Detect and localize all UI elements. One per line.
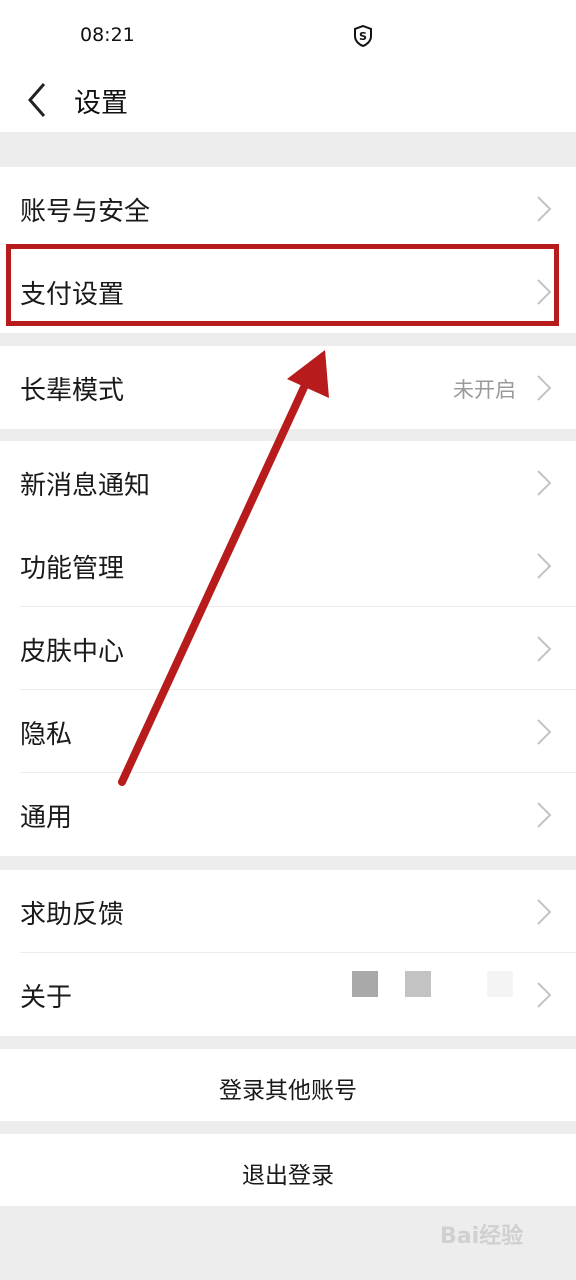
chevron-right-icon	[537, 636, 552, 662]
chevron-right-icon	[537, 470, 552, 496]
settings-item-label: 账号与安全	[20, 197, 151, 227]
watermark: Bai经验	[440, 1224, 524, 1249]
highlight-box	[6, 244, 559, 326]
chevron-right-icon	[537, 899, 552, 925]
chevron-right-icon	[537, 553, 552, 579]
settings-item-label: 通用	[20, 803, 73, 833]
switch-account-button[interactable]: 登录其他账号	[0, 1049, 576, 1121]
settings-item-notifications[interactable]: 新消息通知	[0, 441, 576, 524]
status-bar: 08:21 S	[0, 0, 576, 70]
settings-item-label: 长辈模式	[20, 376, 125, 406]
settings-item-label: 功能管理	[20, 554, 125, 584]
settings-item-elder-mode[interactable]: 长辈模式 未开启	[0, 346, 576, 429]
chevron-right-icon	[537, 375, 552, 401]
settings-item-label: 关于	[20, 983, 73, 1013]
logout-label: 退出登录	[242, 1163, 334, 1189]
switch-account-label: 登录其他账号	[219, 1078, 357, 1104]
svg-text:S: S	[359, 30, 367, 43]
shield-icon: S	[354, 25, 372, 47]
page-title: 设置	[74, 88, 128, 119]
settings-item-general[interactable]: 通用	[0, 773, 576, 856]
elder-mode-status: 未开启	[453, 378, 516, 402]
settings-item-privacy[interactable]: 隐私	[0, 690, 576, 773]
nav-bar: 设置	[0, 70, 576, 132]
settings-item-help-feedback[interactable]: 求助反馈	[0, 870, 576, 953]
blurred-version-block	[405, 971, 431, 997]
chevron-right-icon	[537, 802, 552, 828]
status-time: 08:21	[80, 24, 135, 46]
blurred-version-block	[487, 971, 513, 997]
settings-item-skin-center[interactable]: 皮肤中心	[0, 607, 576, 690]
logout-button[interactable]: 退出登录	[0, 1134, 576, 1206]
chevron-right-icon	[537, 982, 552, 1008]
settings-item-features[interactable]: 功能管理	[0, 524, 576, 607]
settings-item-label: 隐私	[20, 720, 73, 750]
blurred-version-block	[352, 971, 378, 997]
chevron-right-icon	[537, 719, 552, 745]
chevron-right-icon	[537, 196, 552, 222]
settings-item-label: 新消息通知	[20, 471, 151, 501]
settings-item-label: 求助反馈	[20, 900, 125, 930]
settings-group-general: 新消息通知 功能管理 皮肤中心 隐私 通用	[0, 441, 576, 856]
settings-item-label: 皮肤中心	[20, 637, 125, 667]
back-arrow-icon[interactable]	[22, 78, 56, 122]
settings-group-elder: 长辈模式 未开启	[0, 346, 576, 429]
settings-item-account-security[interactable]: 账号与安全	[0, 167, 576, 250]
settings-group-help: 求助反馈 关于	[0, 870, 576, 1036]
